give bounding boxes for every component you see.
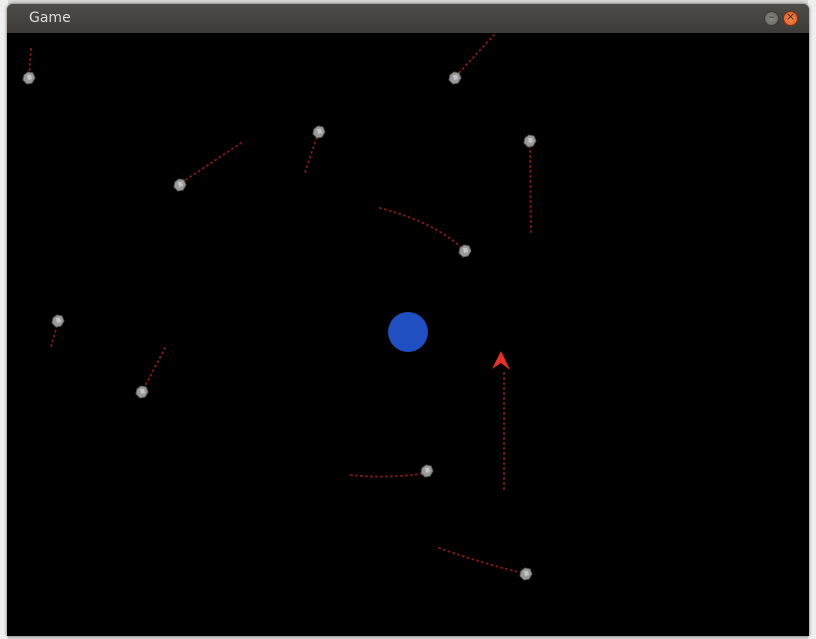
close-button[interactable]: ×: [783, 10, 798, 26]
enemy-rock: [523, 134, 537, 148]
close-icon: ×: [785, 10, 796, 23]
enemy-trails: [28, 34, 532, 575]
player-ship[interactable]: [492, 351, 510, 370]
enemy-rock: [312, 125, 326, 139]
minimize-button[interactable]: –: [764, 10, 779, 26]
enemy-rock: [420, 464, 434, 478]
minimize-icon: –: [768, 10, 775, 23]
enemy-rock: [173, 178, 187, 192]
game-canvas[interactable]: [7, 33, 807, 636]
enemy-rock: [458, 244, 472, 258]
game-window: Game – ×: [7, 4, 809, 636]
enemy-rock: [22, 71, 36, 85]
enemy-rock: [448, 71, 462, 85]
desktop-background-right: [808, 0, 816, 639]
enemy-rock: [51, 314, 65, 328]
game-scene: [22, 34, 537, 581]
window-title: Game: [29, 10, 71, 26]
enemy-rock: [135, 385, 149, 399]
title-bar[interactable]: Game – ×: [7, 4, 809, 33]
planet: [388, 312, 428, 352]
enemy-rock: [519, 567, 533, 581]
